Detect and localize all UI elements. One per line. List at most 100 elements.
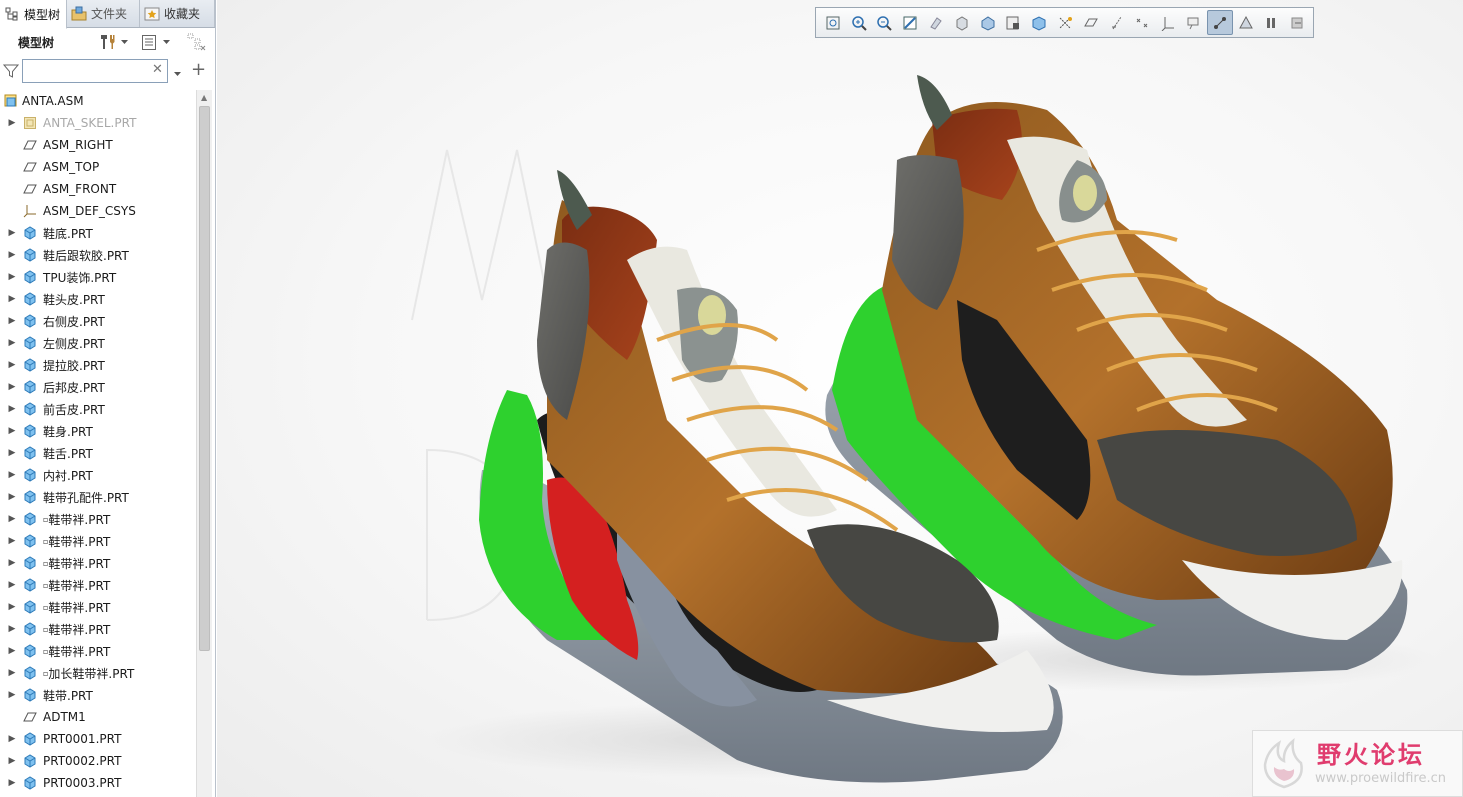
part-icon	[22, 423, 38, 439]
expand-arrow-icon[interactable]: ▶	[6, 558, 18, 568]
expand-arrow-icon[interactable]: ▶	[6, 470, 18, 480]
tree-item[interactable]: ▶ 鞋身.PRT	[0, 420, 196, 442]
tree-item[interactable]: ▶ASM_TOP	[0, 156, 196, 178]
tab-label: 收藏夹	[164, 7, 201, 21]
expand-arrow-icon[interactable]: ▶	[6, 426, 18, 436]
expand-arrow-icon[interactable]: ▶	[6, 448, 18, 458]
filter-icon[interactable]	[2, 64, 20, 81]
exit-icon[interactable]	[1284, 10, 1310, 35]
tree-item[interactable]: ▶ASM_FRONT	[0, 178, 196, 200]
refit-icon[interactable]	[820, 10, 846, 35]
axis-display-icon[interactable]	[1104, 10, 1130, 35]
tab-model-tree[interactable]: 模型树	[0, 0, 68, 29]
tree-scrollbar[interactable]: ▲	[196, 90, 212, 797]
tree-item[interactable]: ▶ ▫ 鞋带袢.PRT	[0, 574, 196, 596]
expand-arrow-icon[interactable]: ▶	[6, 602, 18, 612]
tree-item[interactable]: ▶ ▫ 鞋带袢.PRT	[0, 530, 196, 552]
tree-item[interactable]: ▶ ANTA_SKEL.PRT	[0, 112, 196, 134]
expand-arrow-icon[interactable]: ▶	[6, 778, 18, 788]
tree-item[interactable]: ▶ PRT0002.PRT	[0, 750, 196, 772]
tab-folder-browser[interactable]: 文件夹	[67, 0, 141, 27]
tree-item[interactable]: ▶ 内衬.PRT	[0, 464, 196, 486]
expand-arrow-icon[interactable]: ▶	[6, 514, 18, 524]
saved-orientations-icon[interactable]	[975, 10, 1001, 35]
tree-item[interactable]: ▶ 鞋带孔配件.PRT	[0, 486, 196, 508]
expand-arrow-icon[interactable]: ▶	[6, 250, 18, 260]
part-icon	[22, 489, 38, 505]
model-tree: ANTA.ASM ▶ANTA_SKEL.PRT▶ASM_RIGHT▶ASM_TO…	[0, 90, 196, 797]
expand-arrow-icon[interactable]: ▶	[6, 492, 18, 502]
expand-arrow-icon[interactable]: ▶	[6, 624, 18, 634]
spin-center-icon[interactable]	[923, 10, 949, 35]
close-icon[interactable]: ✕	[152, 63, 163, 77]
chevron-down-icon[interactable]	[173, 66, 182, 80]
tree-root[interactable]: ANTA.ASM	[0, 90, 196, 112]
perspective-view-icon[interactable]	[1026, 10, 1052, 35]
csys-display-icon[interactable]	[1155, 10, 1181, 35]
tree-icon	[4, 6, 20, 22]
repaint-icon[interactable]	[897, 10, 923, 35]
tree-item[interactable]: ▶ 后邦皮.PRT	[0, 376, 196, 398]
plane-display-icon[interactable]	[1078, 10, 1104, 35]
display-style-icon[interactable]	[949, 10, 975, 35]
expand-arrow-icon[interactable]: ▶	[6, 404, 18, 414]
pause-icon[interactable]	[1259, 10, 1285, 35]
expand-arrow-icon[interactable]: ▶	[6, 382, 18, 392]
tree-item[interactable]: ▶ 鞋舌.PRT	[0, 442, 196, 464]
settings-button[interactable]	[98, 33, 129, 51]
expand-arrow-icon[interactable]: ▶	[6, 294, 18, 304]
tree-item[interactable]: ▶ ▫ 鞋带袢.PRT	[0, 640, 196, 662]
part-icon	[22, 247, 38, 263]
expand-arrow-icon[interactable]: ▶	[6, 668, 18, 678]
tree-item[interactable]: ▶ PRT0003.PRT	[0, 772, 196, 794]
expand-arrow-icon[interactable]: ▶	[6, 338, 18, 348]
expand-arrow-icon[interactable]: ▶	[6, 272, 18, 282]
tree-item[interactable]: ▶ TPU装饰.PRT	[0, 266, 196, 288]
tree-item[interactable]: ▶ASM_RIGHT	[0, 134, 196, 156]
tree-item[interactable]: ▶ ▫ 鞋带袢.PRT	[0, 552, 196, 574]
graphics-window[interactable]: 野火论坛 www.proewildfire.cn	[217, 0, 1463, 797]
tree-item[interactable]: ▶ ▫ 鞋带袢.PRT	[0, 508, 196, 530]
view-manager-icon[interactable]	[1001, 10, 1027, 35]
plus-icon[interactable]: +	[191, 60, 206, 80]
tree-item-label: PRT0003.PRT	[43, 776, 122, 790]
tree-columns-button[interactable]	[187, 33, 207, 51]
expand-arrow-icon[interactable]: ▶	[6, 228, 18, 238]
expand-arrow-icon[interactable]: ▶	[6, 690, 18, 700]
tree-item[interactable]: ▶ 前舌皮.PRT	[0, 398, 196, 420]
expand-arrow-icon[interactable]: ▶	[6, 118, 18, 128]
annotation-display-icon[interactable]	[1181, 10, 1207, 35]
tree-toolbar: 模型树	[0, 28, 215, 56]
tree-item[interactable]: ▶ 鞋带.PRT	[0, 684, 196, 706]
tree-item[interactable]: ▶ PRT0001.PRT	[0, 728, 196, 750]
expand-arrow-icon[interactable]: ▶	[6, 580, 18, 590]
datum-display-icon[interactable]	[1052, 10, 1078, 35]
show-button[interactable]	[141, 33, 171, 51]
zoom-out-icon[interactable]	[872, 10, 898, 35]
tab-favorites[interactable]: 收藏夹	[140, 0, 215, 27]
expand-arrow-icon[interactable]: ▶	[6, 646, 18, 656]
expand-arrow-icon[interactable]: ▶	[6, 360, 18, 370]
tree-item[interactable]: ▶ 左侧皮.PRT	[0, 332, 196, 354]
scroll-up-icon[interactable]: ▲	[201, 93, 207, 102]
appearance-icon[interactable]	[1206, 10, 1233, 35]
render-icon[interactable]	[1233, 10, 1259, 35]
point-display-icon[interactable]	[1130, 10, 1156, 35]
tree-item[interactable]: ▶ 鞋头皮.PRT	[0, 288, 196, 310]
zoom-in-icon[interactable]	[846, 10, 872, 35]
tree-item[interactable]: ▶ 提拉胶.PRT	[0, 354, 196, 376]
tree-item[interactable]: ▶ ▫ 鞋带袢.PRT	[0, 596, 196, 618]
tree-item[interactable]: ▶ ▫ 鞋带袢.PRT	[0, 618, 196, 640]
tree-item[interactable]: ▶ASM_DEF_CSYS	[0, 200, 196, 222]
scroll-thumb[interactable]	[199, 106, 210, 651]
tree-search-input[interactable]	[22, 59, 168, 83]
tree-item[interactable]: ▶ ▫ 加长鞋带袢.PRT	[0, 662, 196, 684]
tree-item[interactable]: ▶ 右侧皮.PRT	[0, 310, 196, 332]
tree-item[interactable]: ▶ 鞋后跟软胶.PRT	[0, 244, 196, 266]
expand-arrow-icon[interactable]: ▶	[6, 316, 18, 326]
tree-item[interactable]: ▶ADTM1	[0, 706, 196, 728]
expand-arrow-icon[interactable]: ▶	[6, 734, 18, 744]
tree-item[interactable]: ▶ 鞋底.PRT	[0, 222, 196, 244]
expand-arrow-icon[interactable]: ▶	[6, 536, 18, 546]
expand-arrow-icon[interactable]: ▶	[6, 756, 18, 766]
